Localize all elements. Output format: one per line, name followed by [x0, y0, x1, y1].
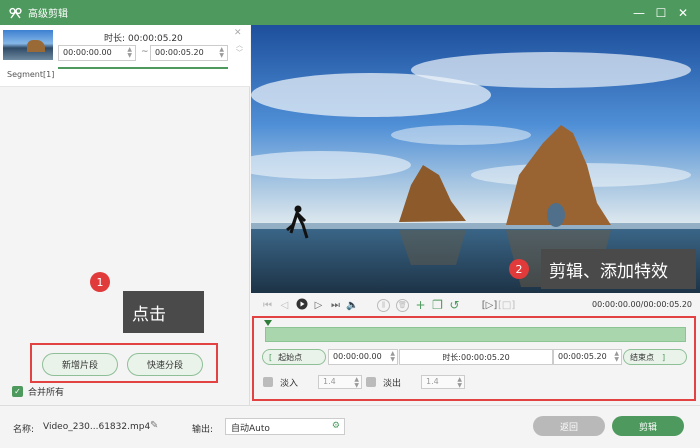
timeline-track[interactable] [265, 327, 686, 342]
mark-out-icon[interactable]: [□] [498, 300, 515, 311]
segment-duration-label: 时长: [104, 34, 126, 44]
segment-duration: 时长: 00:00:05.20 [104, 31, 183, 44]
window-title: 高级剪辑 [28, 9, 68, 20]
skip-end-icon[interactable]: ⏭ [327, 300, 344, 311]
fade-in-value: 1.4 [323, 377, 336, 386]
trim-duration-value: 00:00:05.20 [461, 353, 510, 362]
segment-end-field[interactable]: 00:00:05.20 ▲ ▼ [150, 45, 228, 61]
output-format-select[interactable]: 自动Auto ⚙ [225, 418, 345, 435]
delete-segment-icon[interactable]: ✕ [234, 28, 242, 38]
segment-progress-bar [58, 67, 228, 69]
spinner-icon[interactable]: ▲ ▼ [390, 351, 395, 363]
annotation-badge-2: 2 [509, 259, 529, 279]
spinner-icon[interactable]: ▲ ▼ [457, 377, 462, 389]
spinner-icon[interactable]: ▲ ▼ [614, 351, 619, 363]
edit-name-icon[interactable]: ✎ [150, 420, 158, 431]
reset-icon[interactable]: ↺ [446, 298, 463, 312]
gear-icon[interactable]: ⚙ [332, 421, 340, 431]
fade-out-label: 淡出 [383, 378, 402, 389]
spinner-icon[interactable]: ▲ ▼ [219, 47, 224, 59]
set-start-point-button[interactable]: [ 起始点 [262, 349, 326, 365]
trim-row: [ 起始点 00:00:00.00 ▲ ▼ 时长:00:00:05.20 00:0… [262, 349, 689, 365]
output-format-value: 自动Auto [231, 424, 270, 434]
segment-end-value: 00:00:05.20 [155, 48, 204, 57]
minimize-button[interactable]: — [628, 6, 650, 20]
merge-all-checkbox[interactable]: ✓ 合并所有 [12, 385, 64, 398]
spinner-icon[interactable]: ▲ ▼ [127, 47, 132, 59]
volume-icon[interactable]: 🔈 [344, 300, 361, 311]
merge-all-label: 合并所有 [28, 388, 65, 398]
segment-start-field[interactable]: 00:00:00.00 ▲ ▼ [58, 45, 136, 61]
annotation-badge-1: 1 [90, 272, 110, 292]
back-button[interactable]: 返回 [533, 416, 605, 436]
bottom-bar: 名称: Video_230...61832.mp4 ✎ 输出: 自动Auto ⚙… [0, 405, 700, 448]
trim-start-value: 00:00:00.00 [333, 352, 382, 361]
annotation-callout-1: 点击 [123, 291, 204, 333]
prev-frame-icon[interactable]: ◁ [276, 300, 293, 311]
play-button[interactable] [293, 298, 310, 313]
fade-out-input[interactable]: 1.4 ▲ ▼ [421, 375, 466, 389]
fade-in-checkbox[interactable] [263, 377, 273, 387]
end-point-label: 结束点 [630, 352, 654, 362]
check-icon: ✓ [12, 386, 23, 397]
close-button[interactable]: ✕ [672, 6, 694, 20]
reorder-icon[interactable]: ︿ ﹀ [236, 41, 243, 57]
trim-duration-label: 时长: [442, 353, 462, 362]
fade-in-label: 淡入 [280, 378, 299, 389]
trim-end-field[interactable]: 00:00:05.20 ▲ ▼ [553, 349, 622, 365]
copy-icon[interactable]: ❐ [429, 298, 446, 312]
spinner-icon[interactable]: ▲ ▼ [354, 377, 359, 389]
split-icon[interactable]: ⫼ [377, 298, 390, 312]
segment-panel: Segment[1] 时长: 00:00:05.20 00:00:00.00 ▲ ▼… [0, 25, 250, 405]
segment-start-value: 00:00:00.00 [63, 48, 112, 57]
range-separator: ~ [141, 47, 149, 57]
trim-duration-field: 时长:00:00:05.20 [399, 349, 553, 365]
playback-timecode: 00:00:00.00/00:00:05.20 [592, 300, 692, 309]
annotation-callout-2: 剪辑、添加特效 [541, 249, 696, 289]
segment-duration-value: 00:00:05.20 [128, 34, 183, 44]
fade-row: 淡入 1.4 ▲ ▼ 淡出 1.4 ▲ ▼ [263, 375, 466, 389]
bracket-right-icon: ] [662, 352, 666, 362]
mark-in-icon[interactable]: [▷] [481, 300, 498, 311]
start-point-label: 起始点 [278, 352, 303, 362]
segment-label: Segment[1] [7, 70, 55, 79]
player-controls: ⏮ ◁ ▷ ⏭ 🔈 ⫼ 🗑 + ❐ ↺ [▷] [□] 00:00:00.00/… [251, 293, 700, 317]
fade-out-value: 1.4 [426, 377, 439, 386]
name-label: 名称: [13, 425, 35, 435]
app-logo-icon [8, 6, 22, 20]
new-segment-button[interactable]: 新增片段 [42, 353, 118, 376]
skip-start-icon[interactable]: ⏮ [259, 300, 276, 311]
fade-in-input[interactable]: 1.4 ▲ ▼ [318, 375, 363, 389]
delete-icon[interactable]: 🗑 [396, 298, 409, 312]
cut-button[interactable]: 剪辑 [612, 416, 684, 436]
segment-item[interactable]: Segment[1] 时长: 00:00:05.20 00:00:00.00 ▲ ▼… [0, 25, 250, 87]
set-end-point-button[interactable]: 结束点 ] [623, 349, 687, 365]
title-bar: 高级剪辑 — ☐ ✕ [0, 0, 700, 25]
next-frame-icon[interactable]: ▷ [310, 300, 327, 311]
file-name: Video_230...61832.mp4 [43, 422, 151, 432]
output-label: 输出: [192, 425, 214, 435]
quick-split-button[interactable]: 快速分段 [127, 353, 203, 376]
trim-end-value: 00:00:05.20 [558, 352, 607, 361]
video-preview[interactable]: 2 剪辑、添加特效 [251, 25, 700, 293]
trim-start-field[interactable]: 00:00:00.00 ▲ ▼ [328, 349, 398, 365]
add-icon[interactable]: + [412, 298, 429, 312]
playhead[interactable] [264, 320, 272, 326]
fade-out-checkbox[interactable] [366, 377, 377, 387]
maximize-button[interactable]: ☐ [650, 6, 672, 20]
bracket-left-icon: [ [269, 352, 273, 362]
segment-thumbnail [3, 30, 53, 60]
